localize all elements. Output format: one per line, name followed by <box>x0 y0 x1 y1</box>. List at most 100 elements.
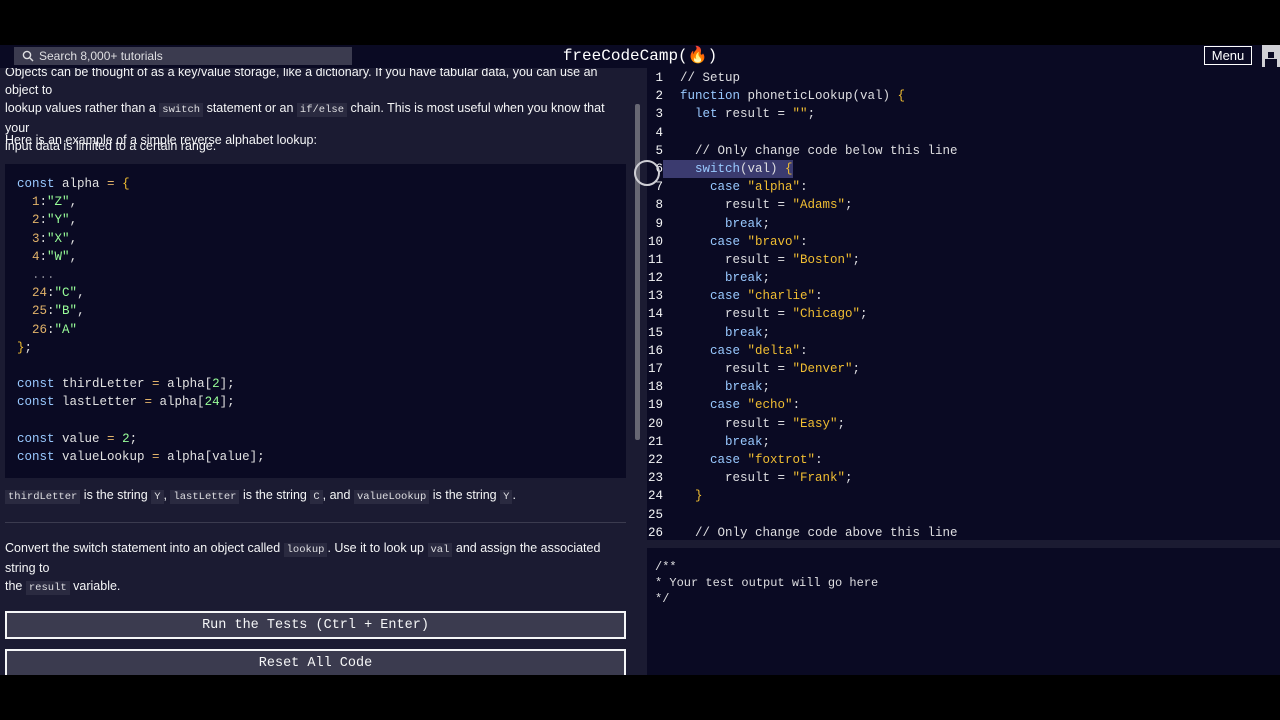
editor-line[interactable]: 10 case "bravo": <box>647 233 1280 251</box>
output-line: * Your test output will go here <box>655 576 879 590</box>
editor-line[interactable]: 24 } <box>647 487 1280 505</box>
intro-text-1: Objects can be thought of as a key/value… <box>5 68 598 97</box>
line-text[interactable]: result = "Adams"; <box>663 196 853 214</box>
editor-line[interactable]: 9 break; <box>647 215 1280 233</box>
editor-line[interactable]: 17 result = "Denver"; <box>647 360 1280 378</box>
line-text[interactable]: case "charlie": <box>663 287 823 305</box>
menu-button[interactable]: Menu <box>1204 46 1252 65</box>
drag-handle-icon[interactable] <box>634 160 660 186</box>
editor-output-divider[interactable] <box>647 540 1280 548</box>
line-number: 1 <box>655 71 663 85</box>
editor-line[interactable]: 12 break; <box>647 269 1280 287</box>
summary-text: , and <box>322 488 354 502</box>
example-code-line: 3:"X", <box>32 231 78 246</box>
editor-line[interactable]: 26 // Only change code above this line <box>647 524 1280 540</box>
editor-line[interactable]: 25 <box>647 506 1280 524</box>
reset-code-button[interactable]: Reset All Code <box>5 649 626 675</box>
line-text[interactable] <box>663 124 680 142</box>
editor-line[interactable]: 1// Setup <box>647 69 1280 87</box>
task-text: the <box>5 579 26 593</box>
example-code-line <box>17 357 614 375</box>
line-text[interactable]: break; <box>663 324 770 342</box>
line-text[interactable]: break; <box>663 378 770 396</box>
editor-line[interactable]: 19 case "echo": <box>647 396 1280 414</box>
summary-paragraph: thirdLetter is the string Y, lastLetter … <box>5 486 620 506</box>
example-code-block: const alpha = { 1:"Z", 2:"Y", 3:"X", 4:"… <box>5 164 626 478</box>
line-number: 24 <box>647 489 663 504</box>
line-text[interactable]: case "alpha": <box>663 178 808 196</box>
line-text[interactable]: break; <box>663 269 770 287</box>
line-number: 20 <box>647 416 663 431</box>
example-code-line: const thirdLetter = alpha[2]; <box>17 377 235 392</box>
summary-text: is the string <box>429 488 501 502</box>
line-text[interactable]: function phoneticLookup(val) { <box>663 87 905 105</box>
summary-text: . <box>512 488 516 502</box>
line-text[interactable]: // Only change code below this line <box>663 142 958 160</box>
code-editor[interactable]: 1// Setup 2 function phoneticLookup(val) {… <box>647 68 1280 540</box>
example-code-line: 26:"A" <box>32 322 78 337</box>
line-text[interactable]: case "foxtrot": <box>663 451 823 469</box>
line-text[interactable]: break; <box>663 433 770 451</box>
editor-line[interactable]: 14 result = "Chicago"; <box>647 305 1280 323</box>
intro-text-3: statement or an <box>203 101 297 115</box>
lesson-scrollbar[interactable] <box>635 104 640 440</box>
line-number: 18 <box>647 380 663 395</box>
editor-line[interactable]: 3 let result = ""; <box>647 105 1280 123</box>
line-text[interactable]: result = "Frank"; <box>663 469 853 487</box>
editor-line[interactable]: 4 <box>647 124 1280 142</box>
task-text: Convert the switch statement into an obj… <box>5 541 284 555</box>
brand-text[interactable]: freeCodeCamp(🔥) <box>563 47 717 65</box>
editor-line[interactable]: 11 result = "Boston"; <box>647 251 1280 269</box>
line-text[interactable] <box>663 506 680 524</box>
line-number: 15 <box>647 325 663 340</box>
inline-code: C <box>310 490 323 504</box>
editor-line[interactable]: 21 break; <box>647 433 1280 451</box>
avatar[interactable] <box>1262 45 1280 67</box>
search-placeholder: Search 8,000+ tutorials <box>39 49 163 63</box>
line-number: 17 <box>647 362 663 376</box>
editor-line[interactable]: 2 function phoneticLookup(val) { <box>647 87 1280 105</box>
line-text[interactable]: case "delta": <box>663 342 808 360</box>
line-text[interactable]: result = "Easy"; <box>663 415 845 433</box>
line-text[interactable]: case "bravo": <box>663 233 808 251</box>
editor-line[interactable]: 5 // Only change code below this line <box>647 142 1280 160</box>
line-number: 9 <box>655 216 663 231</box>
line-text[interactable]: case "echo": <box>663 396 800 414</box>
line-text[interactable]: switch(val) { <box>663 159 793 179</box>
line-text[interactable]: // Setup <box>663 69 740 87</box>
line-number: 26 <box>647 525 663 540</box>
editor-line[interactable]: 16 case "delta": <box>647 342 1280 360</box>
inline-code-ifelse: if/else <box>296 103 348 117</box>
line-number: 10 <box>647 234 663 249</box>
editor-line[interactable]: 7 case "alpha": <box>647 178 1280 196</box>
run-tests-button[interactable]: Run the Tests (Ctrl + Enter) <box>5 611 626 639</box>
inline-code: result <box>25 581 70 595</box>
line-number: 13 <box>647 289 663 304</box>
editor-line[interactable]: 6 switch(val) { <box>647 159 1280 179</box>
line-text[interactable]: result = "Boston"; <box>663 251 860 269</box>
line-text[interactable]: result = "Denver"; <box>663 360 860 378</box>
editor-line[interactable]: 8 result = "Adams"; <box>647 196 1280 214</box>
line-number: 2 <box>655 89 663 104</box>
example-code-line: const value = 2; <box>17 431 138 446</box>
inline-code: lastLetter <box>170 490 240 504</box>
example-code-line: const valueLookup = alpha[value]; <box>17 449 265 464</box>
editor-line[interactable]: 23 result = "Frank"; <box>647 469 1280 487</box>
inline-code: Y <box>151 490 164 504</box>
editor-line[interactable]: 18 break; <box>647 378 1280 396</box>
output-line: /** <box>655 560 677 574</box>
line-text[interactable]: } <box>663 487 703 505</box>
line-text[interactable]: break; <box>663 215 770 233</box>
editor-line[interactable]: 20 result = "Easy"; <box>647 415 1280 433</box>
bottom-bar <box>0 675 1280 720</box>
line-text[interactable]: // Only change code above this line <box>663 524 958 540</box>
editor-scrollbar[interactable] <box>1268 68 1280 540</box>
editor-line[interactable]: 22 case "foxtrot": <box>647 451 1280 469</box>
task-text: variable. <box>69 579 121 593</box>
line-text[interactable]: let result = ""; <box>663 105 815 123</box>
line-text[interactable]: result = "Chicago"; <box>663 305 868 323</box>
editor-line[interactable]: 15 break; <box>647 324 1280 342</box>
test-output-panel: /** * Your test output will go here */ <box>647 548 1280 675</box>
search-bar[interactable]: Search 8,000+ tutorials <box>14 47 352 65</box>
editor-line[interactable]: 13 case "charlie": <box>647 287 1280 305</box>
